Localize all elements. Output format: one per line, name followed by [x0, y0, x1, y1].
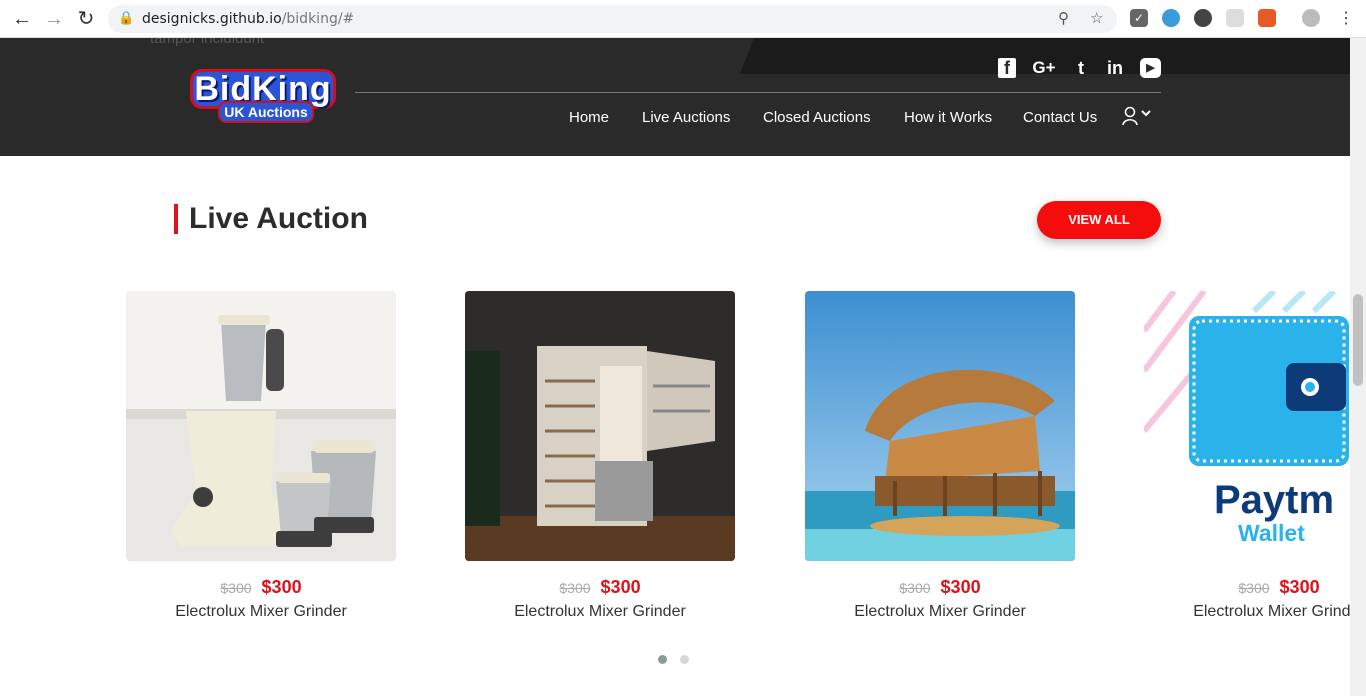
- back-icon[interactable]: ←: [10, 7, 34, 31]
- logo-sub-text: UK Auctions: [218, 101, 314, 123]
- svg-text:Wallet: Wallet: [1238, 520, 1305, 546]
- user-account-icon[interactable]: [1122, 106, 1154, 128]
- dark-mode-extension-icon[interactable]: [1194, 9, 1212, 27]
- page: tampor incididunt BidKing UK Auctions f …: [0, 38, 1350, 696]
- linkedin-icon[interactable]: in: [1105, 58, 1125, 78]
- product-title[interactable]: Electrolux Mixer Grinder: [126, 603, 396, 621]
- bookmark-star-icon[interactable]: ☆: [1090, 9, 1103, 27]
- product-title[interactable]: Electrolux Mixer Grinder: [1144, 603, 1350, 621]
- google-plus-icon[interactable]: G+: [1031, 58, 1057, 78]
- current-price: $300: [940, 577, 981, 597]
- nav-home[interactable]: Home: [569, 109, 609, 126]
- eyedropper-extension-icon[interactable]: ✓: [1130, 9, 1148, 27]
- user-chevron-icon: [1122, 106, 1151, 126]
- auction-card[interactable]: $300 $300 Electrolux Mixer Grinder: [126, 291, 396, 621]
- facebook-icon[interactable]: f: [998, 58, 1016, 78]
- nav-how-it-works[interactable]: How it Works: [904, 109, 992, 126]
- lock-icon: 🔒: [118, 10, 135, 25]
- zoom-icon[interactable]: ⚲: [1058, 9, 1069, 27]
- auction-card[interactable]: $300 $300 Electrolux Mixer Grinder: [465, 291, 735, 621]
- extension-icon[interactable]: [1162, 9, 1180, 27]
- product-title[interactable]: Electrolux Mixer Grinder: [805, 603, 1075, 621]
- current-price: $300: [1279, 577, 1320, 597]
- price-row: $300 $300: [126, 577, 396, 597]
- product-title[interactable]: Electrolux Mixer Grinder: [465, 603, 735, 621]
- scrollbar-thumb[interactable]: [1353, 294, 1363, 386]
- old-price: $300: [1238, 580, 1270, 596]
- site-header: tampor incididunt BidKing UK Auctions f …: [0, 38, 1350, 156]
- browser-menu-icon[interactable]: ⋮: [1334, 7, 1358, 31]
- twitter-icon[interactable]: t: [1070, 58, 1092, 78]
- product-image-beach-bar[interactable]: [805, 291, 1075, 561]
- extension-icon[interactable]: [1226, 9, 1244, 27]
- view-all-button[interactable]: VIEW ALL: [1037, 201, 1161, 239]
- page-scrollbar[interactable]: [1350, 38, 1366, 696]
- site-logo[interactable]: BidKing UK Auctions: [190, 69, 336, 125]
- header-ghost-text: tampor incididunt: [150, 38, 265, 47]
- profile-avatar-icon[interactable]: [1302, 9, 1320, 27]
- section-title: Live Auction: [174, 204, 368, 234]
- auction-card[interactable]: $300 $300 Electrolux Mixer Grinder: [805, 291, 1075, 621]
- browser-toolbar: ← → ↻ 🔒 designicks.github.io/bidking/# ⚲…: [0, 0, 1366, 38]
- extension-icon[interactable]: [1258, 9, 1276, 27]
- url-text[interactable]: designicks.github.io/bidking/#: [142, 11, 354, 27]
- price-row: $300 $300: [1144, 577, 1350, 597]
- carousel-dot-active[interactable]: [658, 655, 667, 664]
- price-row: $300 $300: [805, 577, 1075, 597]
- carousel-dot[interactable]: [680, 655, 689, 664]
- reload-icon[interactable]: ↻: [74, 7, 98, 31]
- product-image-mixer[interactable]: [126, 291, 396, 561]
- header-divider: [355, 92, 1161, 93]
- auction-card[interactable]: Paytm Wallet $300 $300 Electrolux Mixer G…: [1144, 291, 1350, 621]
- forward-icon[interactable]: →: [42, 7, 66, 31]
- current-price: $300: [261, 577, 302, 597]
- old-price: $300: [559, 580, 591, 596]
- current-price: $300: [600, 577, 641, 597]
- product-image-paytm[interactable]: Paytm Wallet: [1144, 291, 1350, 561]
- nav-live-auctions[interactable]: Live Auctions: [642, 109, 730, 126]
- old-price: $300: [220, 580, 252, 596]
- old-price: $300: [899, 580, 931, 596]
- nav-contact-us[interactable]: Contact Us: [1023, 109, 1097, 126]
- product-image-fridge[interactable]: [465, 291, 735, 561]
- youtube-icon[interactable]: ▶: [1140, 58, 1161, 78]
- svg-text:Paytm: Paytm: [1214, 478, 1334, 522]
- nav-closed-auctions[interactable]: Closed Auctions: [763, 109, 871, 126]
- price-row: $300 $300: [465, 577, 735, 597]
- address-bar[interactable]: 🔒 designicks.github.io/bidking/# ⚲ ☆: [108, 5, 1117, 33]
